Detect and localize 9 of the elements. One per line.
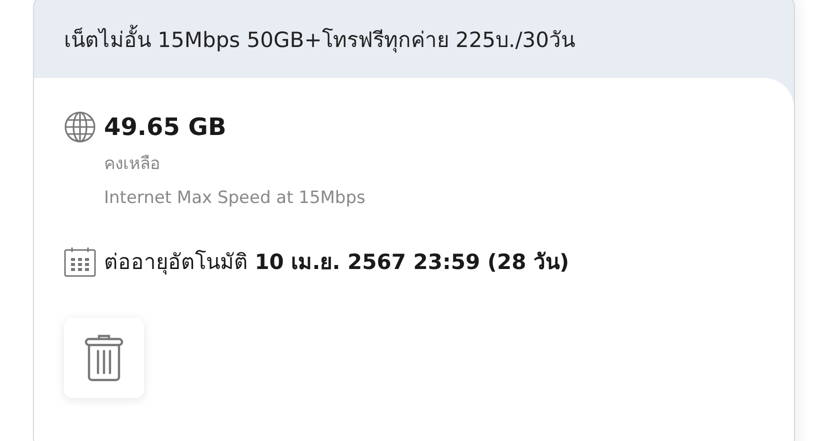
- auto-renewal-text: ต่ออายุอัตโนมัติ 10 เม.ย. 2567 23:59 (28 วัน): [104, 249, 570, 277]
- package-title: เน็ตไม่อั้น 15Mbps 50GB+โทรฟรีทุกค่าย 225บ./30วัน: [64, 23, 576, 56]
- calendar-icon: [64, 246, 96, 276]
- trash-icon: [84, 334, 124, 382]
- globe-icon: [64, 111, 96, 143]
- delete-button[interactable]: [64, 318, 144, 398]
- speed-description: Internet Max Speed at 15Mbps: [104, 187, 366, 209]
- remaining-label: คงเหลือ: [104, 153, 161, 175]
- data-amount: 49.65 GB: [104, 112, 228, 143]
